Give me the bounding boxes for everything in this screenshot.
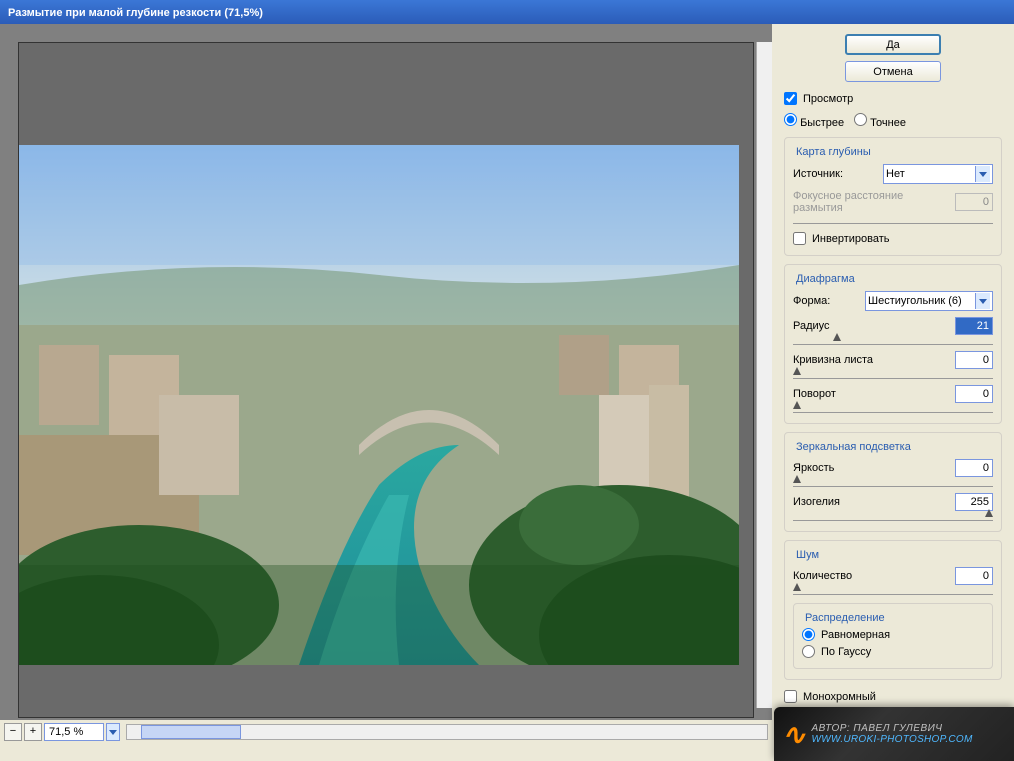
radius-label: Радиус xyxy=(793,320,949,332)
scrollbar-thumb[interactable] xyxy=(141,725,241,739)
zoom-out-button[interactable]: − xyxy=(4,723,22,741)
threshold-label: Изогелия xyxy=(793,496,949,508)
watermark-author: АВТОР: ПАВЕЛ ГУЛЕВИЧ xyxy=(811,723,972,734)
rotation-slider[interactable] xyxy=(793,405,993,413)
main-container: − + 71,5 % Да Отмена Просмотр Быстрее То… xyxy=(0,24,1014,744)
gaussian-option[interactable]: По Гауссу xyxy=(802,645,984,658)
rotation-label: Поворот xyxy=(793,388,949,400)
focal-slider xyxy=(793,216,993,224)
shape-select[interactable]: Шестиугольник (6) xyxy=(865,291,993,311)
preview-label: Просмотр xyxy=(803,93,853,105)
zoom-in-button[interactable]: + xyxy=(24,723,42,741)
noise-title: Шум xyxy=(793,549,822,561)
threshold-slider[interactable] xyxy=(793,513,993,521)
preview-footer: − + 71,5 % xyxy=(0,720,772,744)
specular-group: Зеркальная подсветка Яркость Изогелия xyxy=(784,432,1002,532)
shape-row: Форма: Шестиугольник (6) xyxy=(793,291,993,311)
preview-canvas[interactable] xyxy=(18,42,754,718)
vertical-scrollbar[interactable] xyxy=(756,42,772,708)
watermark-text: АВТОР: ПАВЕЛ ГУЛЕВИЧ WWW.UROKI-PHOTOSHOP… xyxy=(811,723,972,745)
shape-label: Форма: xyxy=(793,295,859,307)
settings-panel: Да Отмена Просмотр Быстрее Точнее Карта … xyxy=(772,24,1014,744)
invert-checkbox[interactable] xyxy=(793,232,806,245)
mono-checkbox[interactable] xyxy=(784,690,797,703)
focal-row: Фокусное расстояние размытия xyxy=(793,190,993,214)
threshold-row: Изогелия xyxy=(793,493,993,511)
blade-input[interactable] xyxy=(955,351,993,369)
source-label: Источник: xyxy=(793,168,877,180)
window-titlebar: Размытие при малой глубине резкости (71,… xyxy=(0,0,1014,24)
preview-panel: − + 71,5 % xyxy=(0,24,772,744)
zoom-value[interactable]: 71,5 % xyxy=(44,723,104,741)
blade-slider[interactable] xyxy=(793,371,993,379)
horizontal-scrollbar[interactable] xyxy=(126,724,768,740)
watermark: ∿ АВТОР: ПАВЕЛ ГУЛЕВИЧ WWW.UROKI-PHOTOSH… xyxy=(774,707,1014,761)
distribution-group: Распределение Равномерная По Гауссу xyxy=(793,603,993,669)
rotation-input[interactable] xyxy=(955,385,993,403)
preview-checkbox[interactable] xyxy=(784,92,797,105)
mono-row: Монохромный xyxy=(784,690,1002,703)
ok-button[interactable]: Да xyxy=(845,34,941,55)
uniform-option[interactable]: Равномерная xyxy=(802,628,984,641)
mono-label: Монохромный xyxy=(803,691,876,703)
preview-image xyxy=(19,145,739,665)
amount-input[interactable] xyxy=(955,567,993,585)
brightness-row: Яркость xyxy=(793,459,993,477)
speed-radio-row: Быстрее Точнее xyxy=(784,113,1002,129)
amount-row: Количество xyxy=(793,567,993,585)
radius-input[interactable] xyxy=(955,317,993,335)
source-row: Источник: Нет xyxy=(793,164,993,184)
preview-checkbox-row: Просмотр xyxy=(784,92,1002,105)
radius-slider[interactable] xyxy=(793,337,993,345)
brightness-input[interactable] xyxy=(955,459,993,477)
amount-slider[interactable] xyxy=(793,587,993,595)
zoom-dropdown-icon[interactable] xyxy=(106,723,120,741)
speed-fast-option[interactable]: Быстрее xyxy=(784,113,844,129)
iris-group: Диафрагма Форма: Шестиугольник (6) Радиу… xyxy=(784,264,1002,424)
radius-row: Радиус xyxy=(793,317,993,335)
iris-title: Диафрагма xyxy=(793,273,858,285)
distribution-title: Распределение xyxy=(802,612,888,624)
rotation-row: Поворот xyxy=(793,385,993,403)
brightness-label: Яркость xyxy=(793,462,949,474)
brightness-slider[interactable] xyxy=(793,479,993,487)
source-select[interactable]: Нет xyxy=(883,164,993,184)
depth-map-title: Карта глубины xyxy=(793,146,874,158)
window-title: Размытие при малой глубине резкости (71,… xyxy=(8,7,263,19)
noise-group: Шум Количество Распределение Равномерная… xyxy=(784,540,1002,680)
focal-input xyxy=(955,193,993,211)
invert-row: Инвертировать xyxy=(793,232,993,245)
watermark-logo-icon: ∿ xyxy=(782,718,805,751)
invert-label: Инвертировать xyxy=(812,233,889,245)
focal-label: Фокусное расстояние размытия xyxy=(793,190,949,214)
blade-row: Кривизна листа xyxy=(793,351,993,369)
watermark-site: WWW.UROKI-PHOTOSHOP.COM xyxy=(811,734,972,745)
amount-label: Количество xyxy=(793,570,949,582)
cancel-button[interactable]: Отмена xyxy=(845,61,941,82)
chevron-down-icon xyxy=(975,166,990,182)
chevron-down-icon xyxy=(975,293,990,309)
specular-title: Зеркальная подсветка xyxy=(793,441,914,453)
speed-accurate-option[interactable]: Точнее xyxy=(854,113,906,129)
depth-map-group: Карта глубины Источник: Нет Фокусное рас… xyxy=(784,137,1002,256)
blade-label: Кривизна листа xyxy=(793,354,949,366)
